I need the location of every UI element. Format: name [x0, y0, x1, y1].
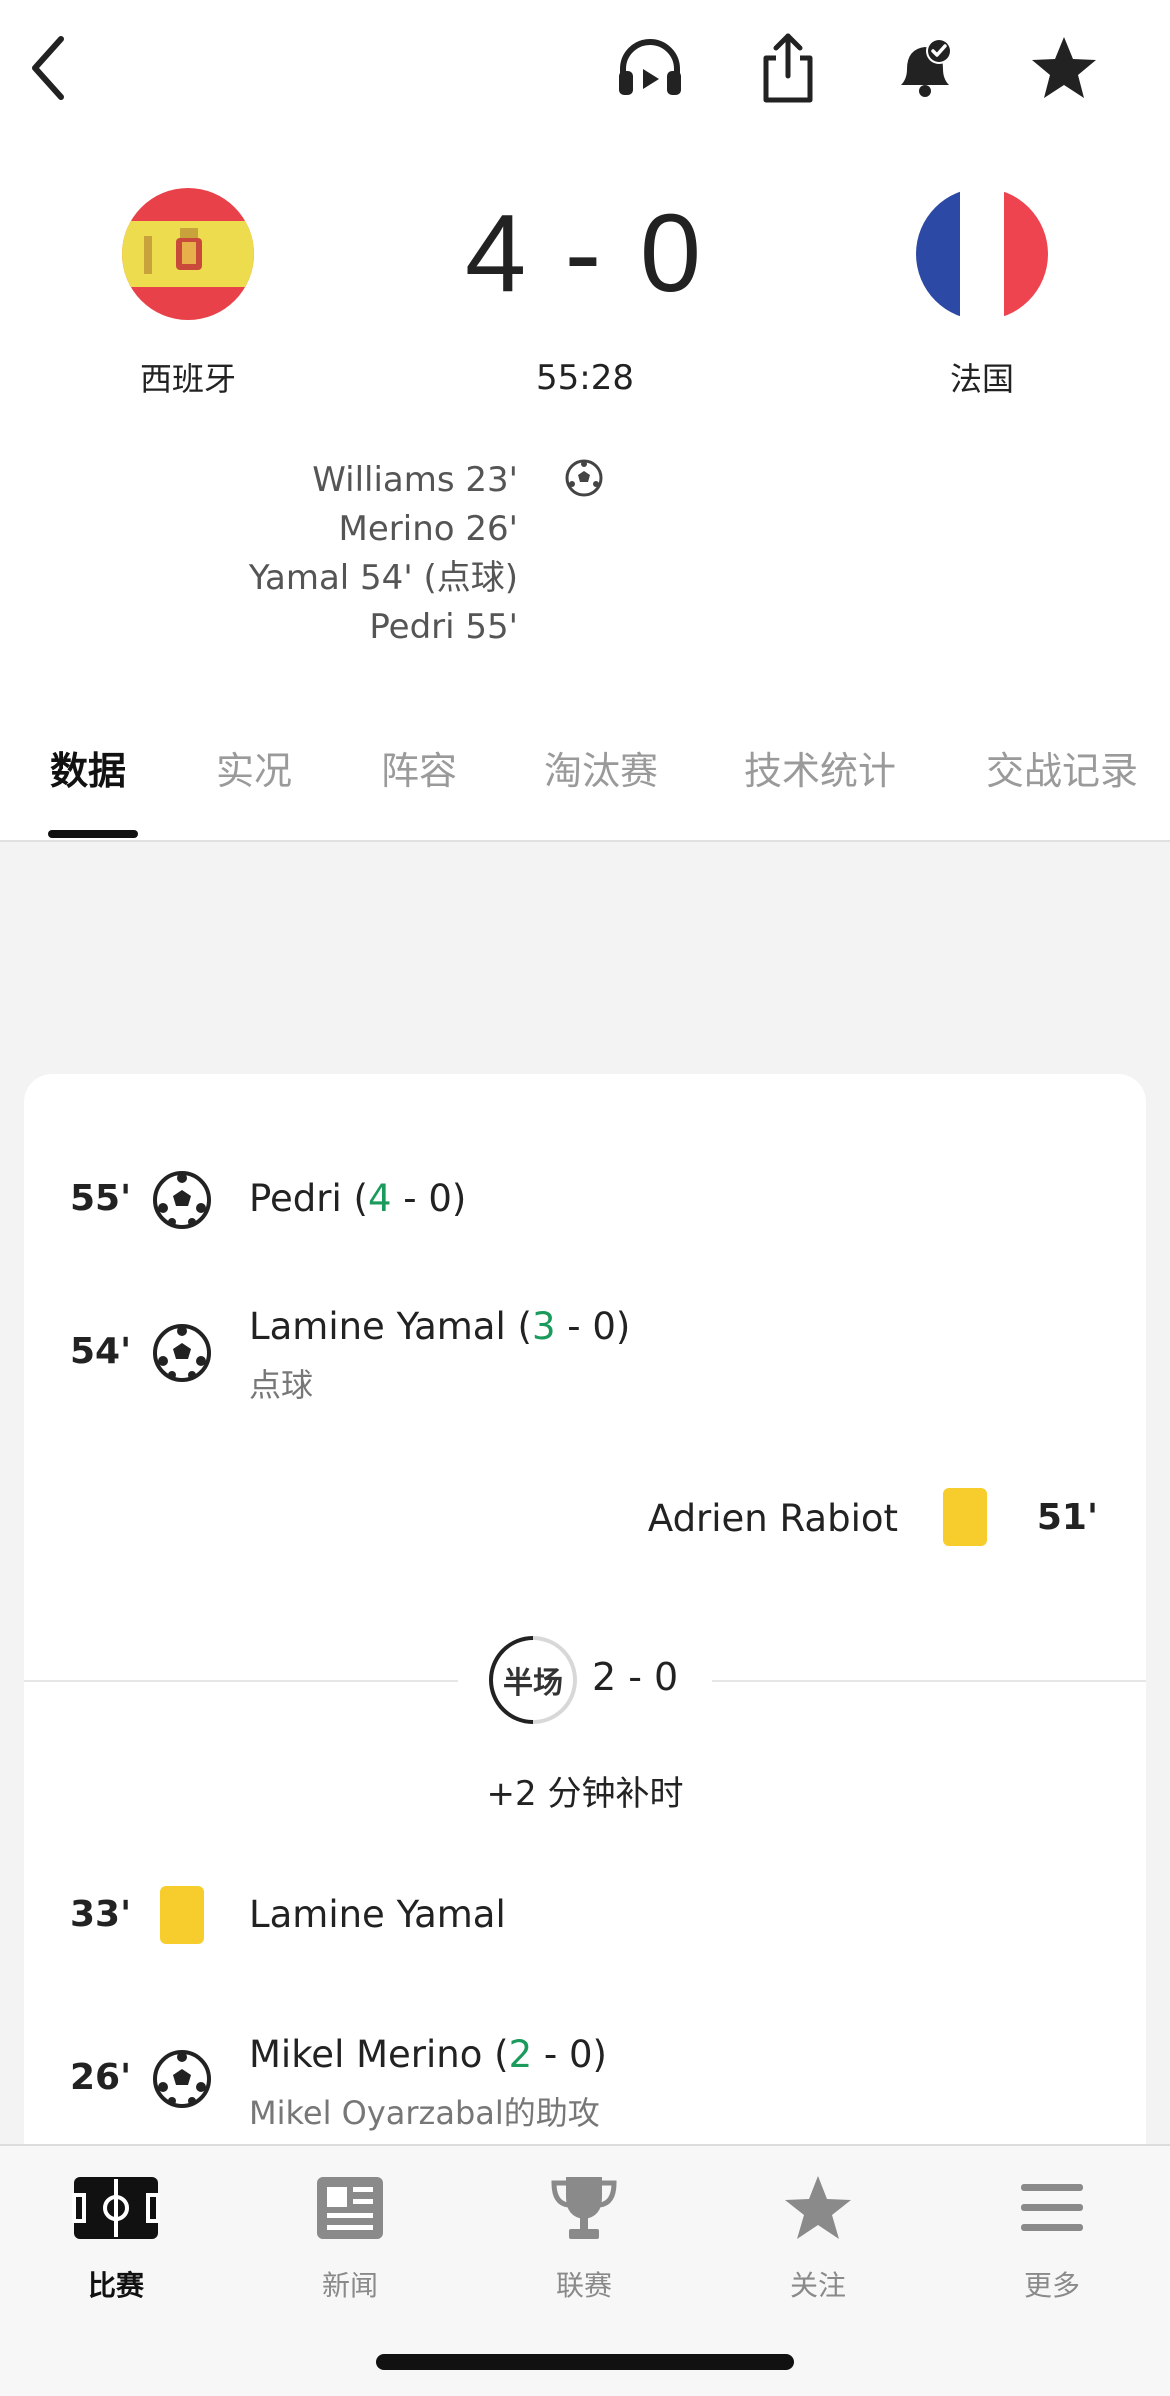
match-clock: 55:28: [536, 358, 634, 398]
halftime-label: 半场: [503, 1666, 563, 1701]
event-minute: 55': [70, 1178, 132, 1219]
menu-icon: [1007, 2170, 1097, 2246]
nav-label: 联赛: [555, 2269, 612, 2302]
news-icon: [305, 2170, 395, 2246]
nav-label: 更多: [1023, 2269, 1080, 2302]
event-note: Mikel Oyarzabal的助攻: [249, 2094, 600, 2132]
tab-stats[interactable]: 技术统计: [744, 740, 896, 795]
nav-label: 关注: [789, 2269, 846, 2302]
event-score-rest: - 0): [532, 2033, 607, 2076]
nav-leagues[interactable]: 联赛: [504, 2170, 664, 2304]
headphones-icon[interactable]: [610, 28, 690, 108]
event-player: Lamine Yamal: [249, 1305, 506, 1348]
event-minute: 33': [70, 1894, 132, 1935]
home-indicator[interactable]: [376, 2354, 794, 2370]
event-note: 点球: [249, 1366, 314, 1404]
goal-ball-icon: [153, 1171, 211, 1229]
scorer-line: Yamal 54' (点球): [248, 558, 518, 598]
nav-following[interactable]: 关注: [738, 2170, 898, 2304]
event-score-home: 4: [367, 1177, 392, 1220]
match-header: 西班牙 4 - 0 55:28 法国 Williams 23' Merino 2…: [0, 140, 1170, 680]
trophy-icon: [539, 2170, 629, 2246]
event-minute: 26': [70, 2057, 132, 2098]
halftime-score: 2 - 0: [592, 1655, 679, 1699]
event-goal-text: Pedri (4 - 0): [249, 1177, 467, 1220]
event-goal-text: Mikel Merino (2 - 0): [249, 2033, 607, 2076]
event-minute: 51': [1036, 1497, 1098, 1538]
yellow-card-icon: [943, 1488, 987, 1546]
back-icon[interactable]: [8, 28, 88, 108]
event-player: Pedri: [249, 1177, 342, 1220]
nav-news[interactable]: 新闻: [270, 2170, 430, 2304]
yellow-card-icon: [160, 1886, 204, 1944]
home-team-name: 西班牙: [139, 360, 236, 398]
halftime-divider-right: [712, 1680, 1146, 1682]
nav-label: 比赛: [87, 2269, 144, 2302]
star-icon: [773, 2170, 863, 2246]
favorite-star-icon[interactable]: [1024, 28, 1104, 108]
nav-more[interactable]: 更多: [972, 2170, 1132, 2304]
tab-data[interactable]: 数据: [50, 740, 126, 795]
share-icon[interactable]: [748, 28, 828, 108]
nav-matches[interactable]: 比赛: [36, 2170, 196, 2304]
away-team-name: 法国: [949, 360, 1014, 398]
tab-knockout[interactable]: 淘汰赛: [544, 740, 658, 795]
top-bar: [0, 0, 1170, 140]
spain-flag-icon: [122, 188, 254, 320]
home-team[interactable]: 西班牙: [78, 188, 298, 400]
nav-label: 新闻: [321, 2269, 378, 2302]
event-score-home: 2: [508, 2033, 533, 2076]
goal-ball-icon: [153, 1324, 211, 1382]
event-goal-text: Lamine Yamal (3 - 0): [249, 1305, 631, 1348]
event-player: Adrien Rabiot: [647, 1497, 898, 1540]
scorer-line: Williams 23': [312, 460, 518, 500]
away-team[interactable]: 法国: [872, 188, 1092, 400]
tab-bar: 数据 实况 阵容 淘汰赛 技术统计 交战记录: [0, 720, 1170, 842]
tab-live[interactable]: 实况: [216, 740, 292, 795]
pitch-icon: [71, 2170, 161, 2246]
bell-check-icon[interactable]: [886, 28, 966, 108]
active-tab-indicator: [48, 830, 138, 838]
event-player: Lamine Yamal: [249, 1893, 506, 1936]
event-score-rest: - 0): [555, 1305, 631, 1348]
tab-head-to-head[interactable]: 交战记录: [986, 740, 1138, 795]
event-score-home: 3: [531, 1305, 556, 1348]
halftime-divider-left: [24, 1680, 458, 1682]
match-score: 4 - 0: [464, 192, 706, 315]
soccer-ball-icon: [564, 458, 604, 498]
added-time: +2 分钟补时: [486, 1774, 684, 1814]
home-scorers: Williams 23' Merino 26' Yamal 54' (点球) P…: [160, 456, 518, 652]
goal-ball-icon: [153, 2050, 211, 2108]
scorer-line: Pedri 55': [369, 607, 518, 647]
scorer-line: Merino 26': [338, 509, 518, 549]
event-player: Mikel Merino: [249, 2033, 483, 2076]
france-flag-icon: [916, 188, 1048, 320]
tab-lineup[interactable]: 阵容: [381, 740, 457, 795]
event-minute: 54': [70, 1331, 132, 1372]
event-score-rest: - 0): [391, 1177, 467, 1220]
